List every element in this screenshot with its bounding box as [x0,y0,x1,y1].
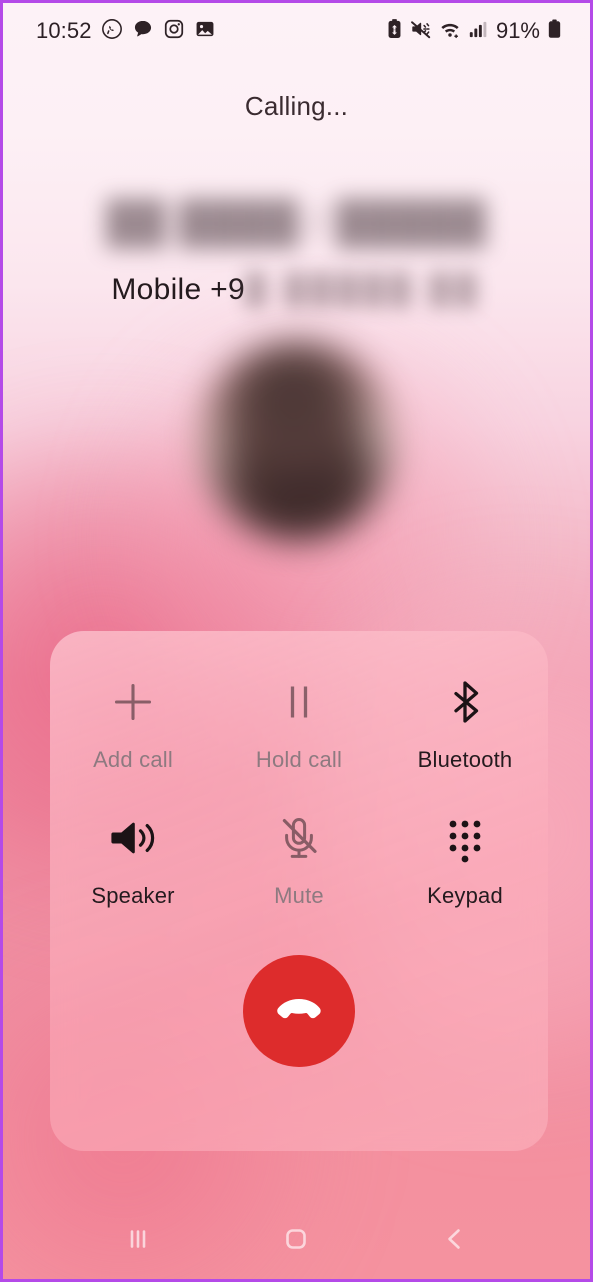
phone-hangup-icon [269,980,329,1043]
status-bar: 10:52 91% [3,3,590,59]
battery-percent-label: 91% [495,18,540,43]
contact-number-label: Mobile +9 [111,273,245,306]
end-call-button[interactable] [243,955,355,1067]
battery-icon [547,18,562,45]
add-call-button[interactable]: Add call [50,673,216,773]
contact-name-row: ██ ████ / █████ [3,199,590,263]
wifi-icon [439,18,461,45]
back-button[interactable] [420,1215,490,1265]
status-bar-right: 91% [386,18,562,45]
add-call-label: Add call [93,747,173,772]
bluetooth-icon [438,673,492,731]
contact-avatar [196,341,397,541]
mute-label: Mute [274,883,324,908]
contact-avatar-image [196,341,397,541]
contact-number-row: Mobile +9█ █████ ██ [3,273,590,313]
bluetooth-label: Bluetooth [417,747,513,772]
status-bar-left: 10:52 [36,18,216,45]
speaker-button[interactable]: Speaker [50,809,216,909]
whatsapp-icon [101,18,123,45]
mic-off-icon [272,809,326,867]
plus-icon [106,673,160,731]
keypad-label: Keypad [427,883,503,908]
battery-saver-icon [386,18,403,45]
pause-icon [272,673,326,731]
bluetooth-button[interactable]: Bluetooth [382,673,548,773]
call-controls-panel: Add call Hold call Bluetooth Speaker Mut… [50,631,548,1151]
instagram-icon [163,18,185,45]
call-controls-grid: Add call Hold call Bluetooth Speaker Mut… [50,673,548,909]
contact-name: ██ ████ / █████ [106,199,487,245]
contact-number-redacted: █ █████ ██ [244,273,482,306]
mute-button[interactable]: Mute [216,809,382,909]
keypad-icon [438,809,492,867]
gallery-image-icon [194,18,216,45]
recents-icon [121,1222,155,1259]
back-icon [438,1222,472,1259]
system-navigation-bar [3,1209,590,1271]
phone-screen: 10:52 91% Calling... ██ ████ / █████ Mob… [0,0,593,1282]
cellular-signal-icon [468,18,488,45]
hold-call-label: Hold call [255,747,343,772]
speaker-icon [106,809,160,867]
home-button[interactable] [261,1215,331,1265]
status-bar-clock: 10:52 [36,18,92,43]
end-call-row [50,955,548,1067]
hold-call-button[interactable]: Hold call [216,673,382,773]
call-status-text: Calling... [244,91,349,121]
recents-button[interactable] [103,1215,173,1265]
sound-mute-icon [410,18,432,45]
keypad-button[interactable]: Keypad [382,809,548,909]
home-icon [279,1222,313,1259]
speaker-label: Speaker [91,883,175,908]
chat-bubble-icon [132,18,154,45]
